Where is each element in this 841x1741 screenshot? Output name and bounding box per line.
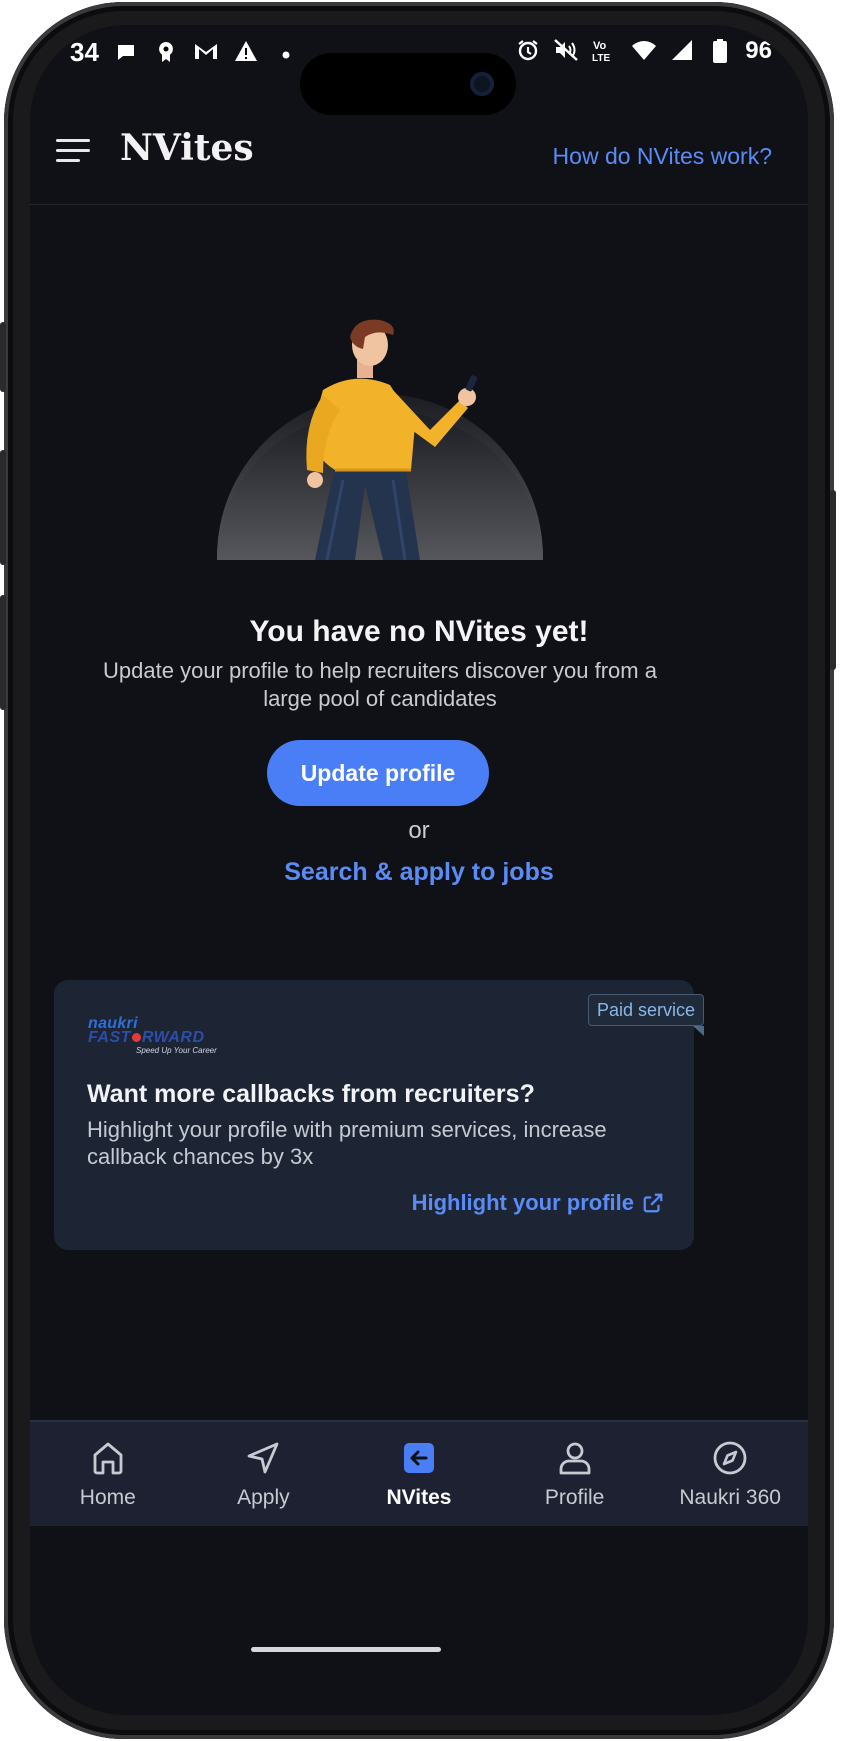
logo-ff-left: FAST [88, 1029, 131, 1046]
signal-icon [669, 38, 695, 64]
volume-down-button [0, 595, 6, 710]
logo-tagline: Speed Up Your Career [136, 1046, 217, 1055]
nav-apply-label: Apply [237, 1486, 290, 1509]
nav-apply[interactable]: Apply [186, 1422, 342, 1526]
page-title: NVites [120, 127, 254, 169]
camera-icon [470, 72, 494, 96]
battery-level: 96 [745, 37, 772, 64]
fastforward-promo-card: Paid service naukri FAST RWARD Speed Up Y… [54, 980, 705, 1250]
person-icon [559, 1442, 590, 1475]
dot-icon [273, 40, 299, 66]
paid-service-badge: Paid service [587, 994, 705, 1036]
home-icon [93, 1442, 123, 1475]
naukri-fastforward-logo: naukri FAST RWARD Speed Up Your Career [88, 1015, 228, 1055]
walking-person-illustration [215, 315, 545, 560]
logo-dot-icon [131, 1033, 141, 1042]
logo-fastforward-text: FAST RWARD [88, 1029, 205, 1047]
empty-state-subtitle: Update your profile to help recruiters d… [103, 658, 657, 711]
how-nvites-work-link[interactable]: How do NVites work? [553, 143, 772, 170]
status-right: Vo LTE 96 [515, 37, 772, 65]
nav-naukri-360[interactable]: Naukri 360 [652, 1422, 808, 1526]
app-header: NVites How do NVites work? [30, 103, 808, 205]
promo-description: Highlight your profile with premium serv… [87, 1117, 607, 1169]
status-time: 34 [70, 37, 99, 67]
nav-nvites[interactable]: NVites [341, 1422, 497, 1526]
gmail-icon [193, 40, 219, 66]
battery-icon [707, 38, 733, 64]
chat-notification-icon [113, 40, 139, 66]
nav-home[interactable]: Home [30, 1422, 186, 1526]
nav-profile-label: Profile [544, 1486, 605, 1509]
empty-state-title: You have no NVites yet! [249, 615, 589, 648]
nav-profile[interactable]: Profile [497, 1422, 653, 1526]
update-profile-button[interactable]: Update profile [267, 740, 489, 806]
volume-up-button [0, 450, 6, 565]
external-link-icon [643, 1193, 663, 1213]
logo-ff-right: RWARD [141, 1029, 205, 1046]
nav-nvites-label: NVites [386, 1486, 452, 1509]
status-left: 34 [70, 37, 299, 68]
nav-naukri-360-label: Naukri 360 [679, 1486, 781, 1509]
promo-title: Want more callbacks from recruiters? [87, 1080, 535, 1108]
nav-home-label: Home [79, 1486, 136, 1509]
home-indicator[interactable] [251, 1647, 441, 1652]
action-button [0, 322, 6, 392]
screen: 34 Vo LTE 96 NVites How do NVites work? … [30, 25, 808, 1715]
compass-icon [713, 1441, 747, 1475]
search-apply-jobs-link[interactable]: Search & apply to jobs [30, 858, 808, 887]
power-button [830, 490, 836, 670]
alarm-icon [515, 38, 541, 64]
or-divider-text: or [408, 817, 430, 844]
mute-icon [553, 38, 579, 64]
warning-icon [233, 40, 259, 66]
highlight-profile-label: Highlight your profile [411, 1190, 634, 1215]
volte-icon: Vo LTE [591, 38, 619, 64]
status-bar: 34 Vo LTE 96 [30, 25, 808, 115]
menu-icon[interactable] [56, 139, 92, 165]
send-icon [247, 1442, 279, 1474]
nvites-icon [403, 1443, 434, 1473]
app-notification-icon [153, 40, 179, 66]
svg-text:Vo: Vo [593, 40, 607, 52]
svg-text:LTE: LTE [592, 53, 610, 64]
bottom-nav: Home Apply NVites Profile Naukri 360 [30, 1420, 808, 1526]
wifi-icon [631, 38, 657, 64]
highlight-profile-link[interactable]: Highlight your profile [412, 1190, 664, 1216]
